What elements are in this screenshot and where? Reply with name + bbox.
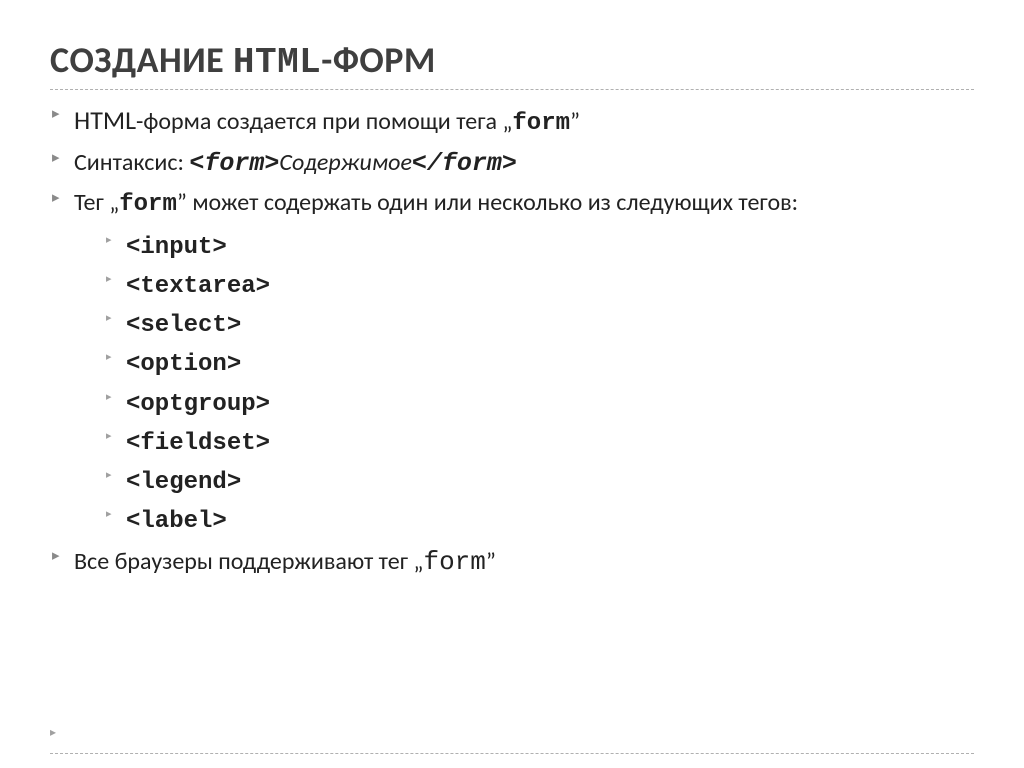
tag-item: <select> [106, 305, 974, 344]
b3-code: form [119, 191, 177, 218]
b2-label: Синтаксис: [74, 148, 189, 177]
b4-t2: ” [486, 547, 496, 576]
main-list: HTML-форма создается при помощи тега „fo… [50, 102, 974, 582]
tag-item: <fieldset> [106, 423, 974, 462]
tag-item: <input> [106, 227, 974, 266]
tag-item: <textarea> [106, 266, 974, 305]
tag-input: <input> [126, 234, 227, 261]
bullet-2: Синтаксис: <form>Содержимое</form> [50, 146, 974, 182]
tag-label: <label> [126, 508, 227, 535]
tag-item: <option> [106, 344, 974, 383]
b2-mid: Содержимое [279, 148, 412, 177]
footer-rule [50, 753, 974, 754]
tag-item: <optgroup> [106, 384, 974, 423]
b1-text2: ” [570, 107, 580, 136]
b3-t1: Тег „ [74, 188, 119, 217]
tag-option: <option> [126, 351, 241, 378]
bullet-1: HTML-форма создается при помощи тега „fo… [50, 102, 974, 142]
b4-t1: Все браузеры поддерживают тег „ [74, 547, 423, 576]
tag-item: <legend> [106, 462, 974, 501]
bullet-3: Тег „form” может содержать один или неск… [50, 186, 974, 540]
tag-select: <select> [126, 312, 241, 339]
tags-list: <input> <textarea> <select> <option> <op… [74, 227, 974, 541]
title-part1: СОЗДАНИЕ [50, 38, 233, 82]
b4-code: form [423, 547, 485, 577]
b2-close: </form> [412, 149, 517, 178]
b1-prefix: HTML [74, 104, 136, 136]
tag-textarea: <textarea> [126, 273, 270, 300]
b2-open: <form> [189, 149, 279, 178]
empty-bullet-icon: ▸ [50, 725, 56, 740]
tag-legend: <legend> [126, 469, 241, 496]
tag-optgroup: <optgroup> [126, 391, 270, 418]
b3-t2: ” может содержать один или несколько из … [177, 188, 798, 217]
slide-title: СОЗДАНИЕ HTML-ФОРМ [50, 38, 974, 83]
b1-text1: -форма создается при помощи тега „ [136, 107, 512, 136]
b1-code: form [512, 110, 570, 137]
title-code: HTML [233, 42, 321, 83]
tag-fieldset: <fieldset> [126, 430, 270, 457]
title-part2: -ФОРМ [321, 38, 436, 82]
tag-item: <label> [106, 501, 974, 540]
bullet-4: Все браузеры поддерживают тег „form” [50, 544, 974, 582]
title-underline [50, 89, 974, 90]
